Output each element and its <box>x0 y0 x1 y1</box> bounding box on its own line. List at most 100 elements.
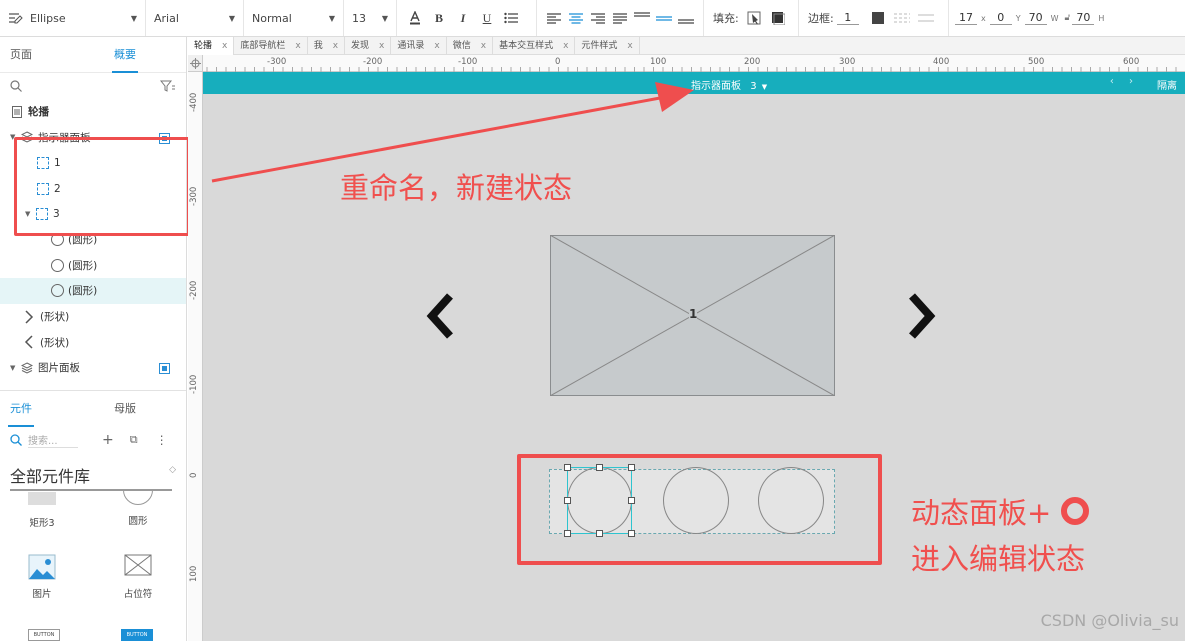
bold-icon[interactable]: B <box>430 9 448 27</box>
tree-item-label: (形状) <box>40 336 70 349</box>
close-icon[interactable]: x <box>222 37 227 55</box>
library-copy-icon[interactable]: ⧉ <box>130 433 138 447</box>
doc-tab[interactable]: 元件样式 x <box>575 36 640 55</box>
tab-outline[interactable]: 概要 <box>104 37 146 73</box>
tab-widgets[interactable]: 元件 <box>0 391 42 427</box>
tree-item-shape-right[interactable]: (形状) <box>0 304 186 330</box>
panel-edit-bar: 指示器面板 3 ▼ ‹ › 隔离 <box>203 72 1185 94</box>
tree-item-image-panel[interactable]: ▼ 图片面板 <box>0 355 186 381</box>
close-icon[interactable]: x <box>481 37 486 55</box>
chevron-down-icon: ▼ <box>381 13 388 23</box>
italic-icon[interactable]: I <box>454 9 472 27</box>
fill-group: 填充: <box>704 0 799 36</box>
library-toolbar: 搜索... + ⧉ ⋮ <box>0 427 186 453</box>
widget-type-select[interactable]: Ellipse ▼ <box>0 0 146 36</box>
x-input[interactable]: 17 <box>955 11 977 25</box>
close-icon[interactable]: x <box>563 37 568 55</box>
widget-button-outline[interactable]: BUTTON <box>14 629 74 641</box>
valign-bottom-icon[interactable] <box>678 9 694 27</box>
doc-tab[interactable]: 底部导航栏 x <box>234 36 308 55</box>
annotation-panel-line2: 进入编辑状态 <box>911 542 1086 576</box>
lock-ratio-icon[interactable]: 🔓︎ <box>1065 13 1071 23</box>
valign-middle-icon[interactable] <box>656 9 672 27</box>
doc-tab[interactable]: 基本交互样式 x <box>493 36 576 55</box>
align-center-icon[interactable] <box>568 9 584 27</box>
border-width-input[interactable]: 1 <box>836 11 859 25</box>
chevron-right-icon[interactable] <box>904 292 938 340</box>
close-icon[interactable]: x <box>295 37 300 55</box>
doc-tab[interactable]: 轮播 x <box>188 36 235 55</box>
annotation-rename: 重命名，新建状态 <box>340 171 573 205</box>
image-icon <box>28 554 56 580</box>
chevron-down-icon[interactable]: ▼ <box>10 364 20 372</box>
tab-pages[interactable]: 页面 <box>0 37 42 73</box>
close-icon[interactable]: x <box>379 37 384 55</box>
search-icon[interactable] <box>10 80 22 92</box>
vertical-ruler[interactable]: -400 -300 -200 -100 0 100 <box>188 72 203 641</box>
watermark: CSDN @Olivia_su <box>1040 611 1179 630</box>
ruler-corner[interactable] <box>188 55 203 72</box>
close-icon[interactable]: x <box>333 37 338 55</box>
align-justify-icon[interactable] <box>612 9 628 27</box>
rectangle-icon <box>28 492 56 505</box>
library-search-input[interactable]: 搜索... <box>28 432 78 448</box>
arrow-style-icon[interactable] <box>917 9 935 27</box>
image-placeholder[interactable]: 1 <box>550 235 835 396</box>
chevron-left-icon[interactable] <box>424 292 458 340</box>
font-size-select[interactable]: 13 ▼ <box>344 0 397 36</box>
underline-icon[interactable]: U <box>478 9 496 27</box>
shadow-icon[interactable] <box>769 9 787 27</box>
valign-top-icon[interactable] <box>634 9 650 27</box>
h-label: H <box>1098 13 1105 23</box>
doc-tab[interactable]: 通讯录 x <box>391 36 447 55</box>
tab-masters[interactable]: 母版 <box>104 391 146 427</box>
border-color-icon[interactable] <box>869 9 887 27</box>
prev-state-icon[interactable]: ‹ <box>1110 76 1114 87</box>
fill-color-icon[interactable] <box>745 9 763 27</box>
horizontal-ruler[interactable]: -300 -200 -100 0 100 200 300 400 500 600 <box>203 55 1185 72</box>
close-icon[interactable]: x <box>434 37 439 55</box>
close-icon[interactable]: x <box>627 37 632 55</box>
h-input[interactable]: 70 <box>1072 11 1095 25</box>
next-state-icon[interactable]: › <box>1129 76 1133 87</box>
add-library-icon[interactable]: + <box>102 432 114 448</box>
widget-label: 占位符 <box>123 589 153 600</box>
placeholder-icon <box>124 554 152 576</box>
chevron-down-icon: ▼ <box>761 83 768 91</box>
tree-item-circle-3[interactable]: (圆形) <box>0 278 186 304</box>
font-style-select[interactable]: Normal ▼ <box>244 0 344 36</box>
doc-tab[interactable]: 发现 x <box>345 36 392 55</box>
widget-image[interactable]: 图片 <box>12 554 72 600</box>
font-family-select[interactable]: Arial ▼ <box>146 0 244 36</box>
chevron-left-shape-icon <box>22 335 36 349</box>
tree-item-page[interactable]: 轮播 <box>0 99 186 125</box>
panel-tabs: 页面 概要 <box>0 37 186 73</box>
align-left-icon[interactable] <box>546 9 562 27</box>
w-input[interactable]: 70 <box>1024 11 1047 25</box>
annotation-box-states <box>14 137 190 236</box>
widget-placeholder[interactable]: 占位符 <box>108 554 168 600</box>
font-color-icon[interactable] <box>406 9 424 27</box>
annotation-box-panel <box>517 454 882 565</box>
tree-item-circle-2[interactable]: (圆形) <box>0 253 186 279</box>
widget-button-primary[interactable]: BUTTON <box>107 629 167 641</box>
doc-tab[interactable]: 微信 x <box>447 36 494 55</box>
more-icon[interactable]: ⋮ <box>156 433 168 447</box>
tree-item-shape-left[interactable]: (形状) <box>0 329 186 355</box>
outline-search-row <box>0 73 186 99</box>
search-icon <box>10 434 22 446</box>
filter-icon[interactable] <box>160 80 176 92</box>
library-select[interactable]: 全部元件库 ◇ <box>10 463 176 491</box>
widget-circle[interactable]: 圆形 <box>108 489 168 527</box>
border-style-icon[interactable] <box>893 9 911 27</box>
doc-tab[interactable]: 我x <box>308 36 346 55</box>
y-input[interactable]: 0 <box>989 11 1012 25</box>
isolate-button[interactable]: 隔离 <box>1157 77 1177 92</box>
panel-flag-icon[interactable] <box>159 362 170 374</box>
fill-label: 填充: <box>713 12 739 25</box>
widget-rectangle3[interactable]: 矩形3 <box>12 492 72 529</box>
align-right-icon[interactable] <box>590 9 606 27</box>
chevron-down-icon: ▼ <box>130 13 137 23</box>
panel-state-dropdown[interactable]: 指示器面板 3 ▼ <box>691 77 767 92</box>
bullet-list-icon[interactable] <box>502 9 520 27</box>
